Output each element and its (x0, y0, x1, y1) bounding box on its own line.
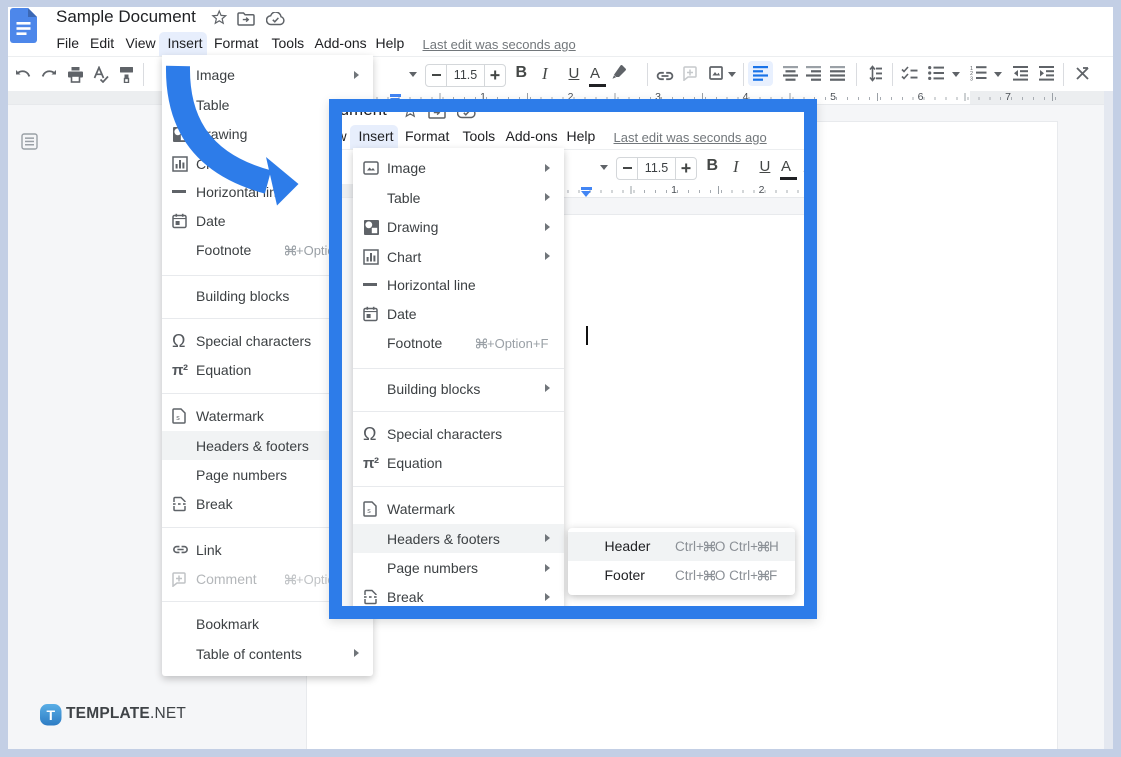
svg-text:T: T (46, 707, 55, 723)
svg-text:s: s (176, 415, 180, 422)
svg-text:3: 3 (970, 77, 973, 81)
svg-text:s: s (367, 508, 371, 515)
